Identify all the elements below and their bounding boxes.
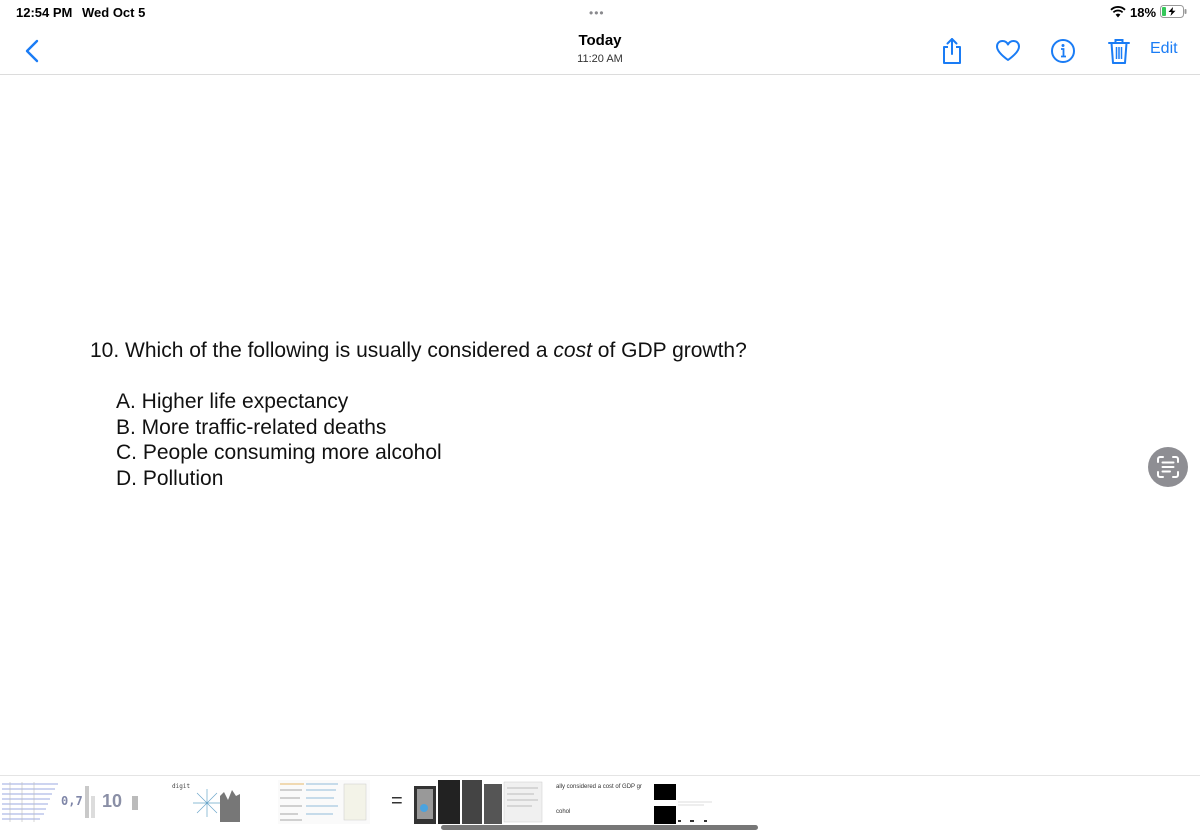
share-icon[interactable] bbox=[939, 37, 965, 65]
trash-icon[interactable] bbox=[1106, 37, 1132, 65]
thumbnail[interactable]: digit bbox=[148, 780, 240, 824]
thumbnail[interactable] bbox=[278, 780, 370, 824]
thumbnail[interactable]: ally considered a cost of GDP gr cohol bbox=[556, 780, 648, 824]
edit-button[interactable]: Edit bbox=[1150, 40, 1178, 58]
heart-icon[interactable] bbox=[995, 37, 1021, 65]
wifi-icon bbox=[1110, 6, 1126, 18]
thumbnail[interactable] bbox=[414, 780, 544, 824]
thumbnail[interactable]: = bbox=[388, 780, 408, 824]
battery-percentage: 18% bbox=[1130, 5, 1157, 20]
thumbnail-text: 0,7 bbox=[61, 794, 83, 808]
info-icon[interactable] bbox=[1050, 37, 1076, 65]
thumbnail-text: ally considered a cost of GDP gr bbox=[556, 784, 642, 790]
option-d: D. Pollution bbox=[116, 466, 224, 490]
question-text: 10. Which of the following is usually co… bbox=[90, 339, 747, 362]
status-date: Wed Oct 5 bbox=[82, 5, 146, 20]
thumbnail-text: cohol bbox=[556, 809, 571, 815]
status-bar: 12:54 PM Wed Oct 5 ••• 18% bbox=[0, 0, 1200, 24]
thumbnail-text: = bbox=[391, 790, 403, 812]
thumbnail-text: digit bbox=[172, 783, 191, 790]
answer-options: A. Higher life expectancy B. More traffi… bbox=[116, 389, 442, 491]
thumbnail-strip[interactable]: 0,7 10 digit = ally considered a cost of… bbox=[0, 775, 1200, 824]
thumbnail[interactable]: 0,7 10 bbox=[60, 780, 148, 824]
battery-charging-icon bbox=[1160, 5, 1187, 18]
live-text-button[interactable] bbox=[1148, 447, 1188, 487]
option-b: B. More traffic-related deaths bbox=[116, 415, 387, 439]
thumbnail-text: 10 bbox=[102, 791, 123, 811]
status-time: 12:54 PM bbox=[16, 5, 73, 20]
option-c: C. People consuming more alcohol bbox=[116, 441, 442, 464]
option-a: A. Higher life expectancy bbox=[116, 390, 349, 413]
nav-bar: Today 11:20 AM Edit bbox=[0, 24, 1200, 75]
thumbnail[interactable] bbox=[654, 780, 718, 824]
live-text-icon bbox=[1157, 456, 1179, 478]
thumbnail[interactable] bbox=[0, 780, 60, 824]
multitasking-dots-icon[interactable]: ••• bbox=[589, 6, 605, 20]
home-indicator[interactable] bbox=[441, 825, 758, 830]
